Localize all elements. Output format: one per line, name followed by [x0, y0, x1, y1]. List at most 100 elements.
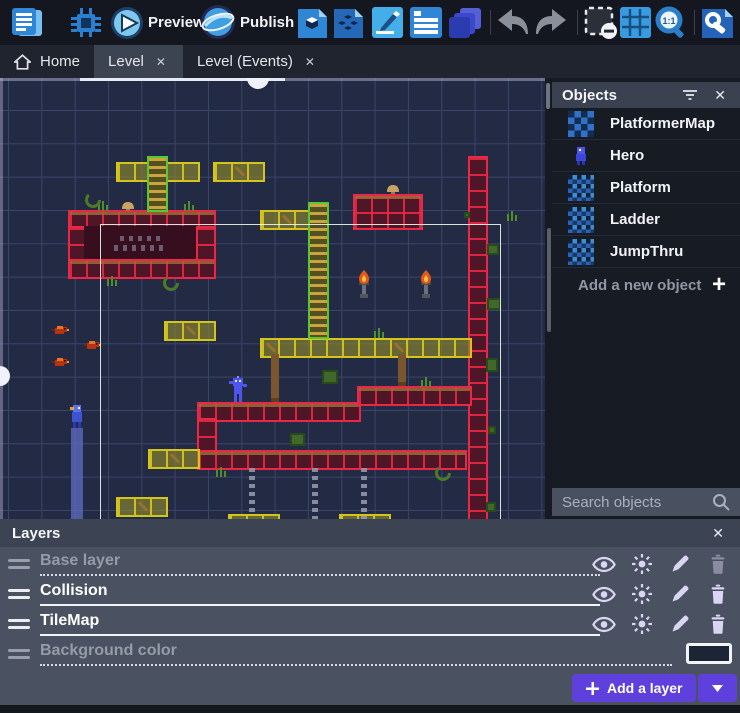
layer-row-collision[interactable]: Collision [0, 579, 740, 609]
background-color-swatch[interactable] [686, 643, 732, 664]
mushroom-decor [120, 201, 136, 211]
tab-home[interactable]: Home [0, 45, 94, 78]
redo-icon[interactable] [534, 6, 568, 39]
object-item-ladder[interactable]: Ladder [552, 204, 740, 236]
delete-layer-icon[interactable] [706, 614, 730, 634]
bird-red-sprite[interactable] [52, 356, 69, 369]
layer-name-field[interactable]: Base layer [40, 552, 600, 576]
search-input[interactable]: Search objects [562, 494, 712, 511]
grid-icon[interactable] [620, 6, 651, 39]
object-item-platformermap[interactable]: PlatformerMap [552, 108, 740, 140]
drag-handle-icon[interactable] [8, 619, 30, 629]
branch-decor [235, 166, 246, 177]
object-groups-icon[interactable] [334, 6, 363, 39]
layer-effects-icon[interactable] [630, 614, 654, 634]
objects-list: PlatformerMap HeroPlatform Ladder JumpThru A… [552, 108, 740, 302]
toolbar-separator [577, 10, 578, 35]
vine-decor [84, 191, 102, 209]
close-icon[interactable]: ✕ [710, 87, 730, 104]
zoom-1-1-icon[interactable]: 1:1 [654, 6, 688, 39]
object-item-label: Ladder [610, 211, 660, 228]
layer-name-field[interactable]: Background color [40, 642, 672, 666]
add-layer-button[interactable]: Add a layer [572, 674, 696, 702]
preview-icon[interactable] [110, 6, 144, 39]
clear-selection-icon[interactable] [584, 6, 618, 39]
events-list-icon[interactable] [410, 6, 442, 39]
game-window-border [100, 224, 501, 519]
plus-icon: + [712, 275, 726, 295]
bird-red-sprite[interactable] [84, 339, 101, 352]
add-new-object-label: Add a new object [578, 277, 712, 294]
canvas-vscrollbar-handle[interactable] [0, 366, 10, 386]
grass-decor [505, 210, 520, 221]
bird-red-sprite[interactable] [52, 324, 69, 337]
tools-icon[interactable] [702, 6, 733, 39]
grass-decor [182, 200, 197, 211]
search-objects-bar[interactable]: Search objects [552, 488, 740, 516]
mushroom-decor [385, 184, 401, 194]
layer-row-tilemap[interactable]: TileMap [0, 609, 740, 639]
plus-icon [586, 682, 599, 695]
tilemap-icon [568, 111, 594, 137]
edit-scene-icon[interactable] [372, 6, 403, 39]
object-item-hero[interactable]: Hero [552, 140, 740, 172]
canvas-hscrollbar-handle[interactable] [247, 78, 269, 89]
add-layer-label: Add a layer [607, 680, 682, 696]
object-item-jumpthru[interactable]: JumpThru [552, 236, 740, 268]
water-tiles[interactable] [71, 428, 83, 519]
tab-level-events[interactable]: Level (Events) ✕ [183, 45, 332, 78]
canvas-vscrollbar-track[interactable] [0, 78, 3, 519]
toolbar-separator [490, 10, 491, 35]
edit-layer-icon[interactable] [668, 554, 692, 574]
object-item-label: JumpThru [610, 243, 683, 260]
drag-handle-icon[interactable] [8, 559, 30, 569]
tab-close-icon[interactable]: ✕ [302, 53, 318, 71]
layer-name-field[interactable]: Collision [40, 582, 600, 606]
hero-mini-icon [568, 143, 594, 169]
platform-tile-group[interactable] [213, 162, 265, 182]
filter-icon[interactable] [678, 85, 702, 105]
object-item-platform[interactable]: Platform [552, 172, 740, 204]
svg-text:1:1: 1:1 [662, 16, 675, 26]
home-icon [14, 54, 31, 70]
tab-close-icon[interactable]: ✕ [153, 53, 169, 71]
object-item-label: PlatformerMap [610, 115, 715, 132]
delete-layer-icon[interactable] [706, 584, 730, 604]
panel-divider[interactable] [545, 78, 552, 519]
search-icon [712, 493, 730, 511]
layer-row-base-layer[interactable]: Base layer [0, 549, 740, 579]
publish-label[interactable]: Publish [240, 0, 294, 45]
tab-level[interactable]: Level ✕ [94, 45, 183, 78]
tiles-icon [568, 207, 594, 233]
add-layer-dropdown-button[interactable] [698, 674, 737, 702]
bird-blue-sprite[interactable] [69, 404, 84, 429]
scene-canvas[interactable]: 317;204 [0, 78, 545, 519]
tab-label: Level (Events) [197, 53, 293, 70]
ladder-tiles[interactable] [147, 156, 168, 212]
close-icon[interactable]: ✕ [708, 525, 728, 542]
publish-icon[interactable] [200, 6, 237, 39]
preview-label[interactable]: Preview [148, 0, 205, 45]
add-new-object-button[interactable]: Add a new object+ [552, 268, 740, 302]
drag-handle-icon[interactable] [8, 589, 30, 599]
visibility-eye-icon[interactable] [592, 554, 616, 574]
add-object-icon[interactable] [298, 6, 327, 39]
visibility-eye-icon[interactable] [592, 584, 616, 604]
edit-layer-icon[interactable] [668, 584, 692, 604]
layer-row-background-color[interactable]: Background color [0, 639, 740, 669]
tiles-icon [568, 239, 594, 265]
layer-effects-icon[interactable] [630, 554, 654, 574]
visibility-eye-icon[interactable] [592, 614, 616, 634]
debug-icon[interactable] [68, 6, 104, 39]
layer-effects-icon[interactable] [630, 584, 654, 604]
edit-layer-icon[interactable] [668, 614, 692, 634]
drag-handle-icon[interactable] [8, 649, 30, 659]
undo-icon[interactable] [496, 6, 530, 39]
project-manager-icon[interactable] [8, 6, 44, 39]
tiles-icon [568, 175, 594, 201]
layers-icon[interactable] [448, 6, 483, 39]
objects-panel-header: Objects ✕ [552, 82, 740, 108]
add-layer-controls: Add a layer [572, 674, 737, 702]
layer-name-field[interactable]: TileMap [40, 612, 600, 636]
chevron-down-icon [712, 685, 723, 692]
